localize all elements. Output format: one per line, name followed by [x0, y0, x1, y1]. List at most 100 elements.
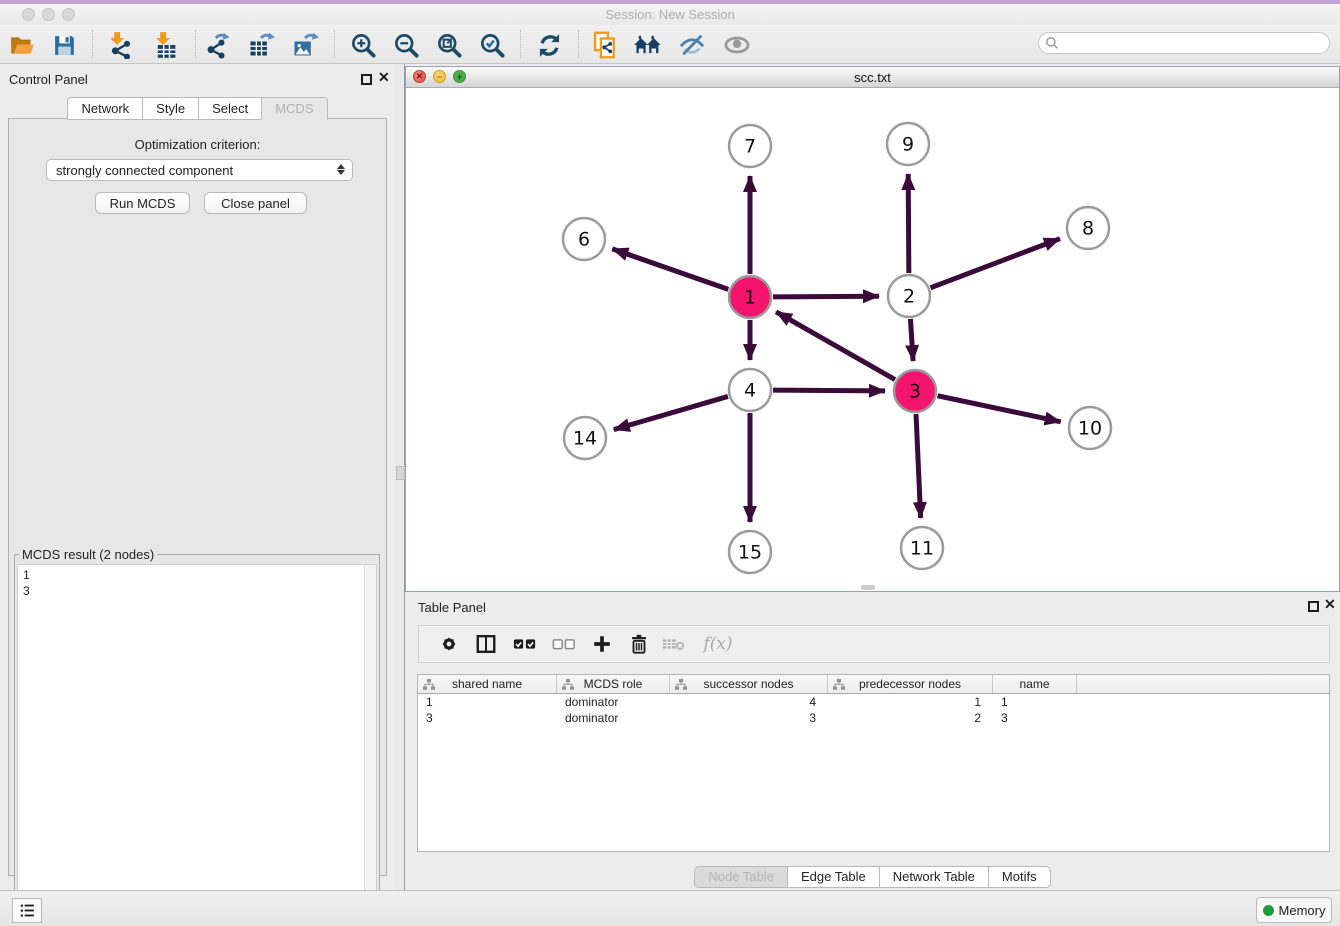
hide-selected-icon[interactable] [676, 29, 708, 61]
node-11[interactable]: 11 [901, 527, 943, 569]
tab-motifs[interactable]: Motifs [988, 866, 1051, 888]
search-input[interactable] [1059, 35, 1313, 51]
edge-3-10[interactable] [938, 396, 1061, 422]
mcds-result-list[interactable]: 1 3 [17, 564, 377, 916]
edge-1-6[interactable] [612, 249, 728, 290]
column-header-MCDS-role[interactable]: MCDS role [557, 675, 670, 693]
cell-predecessor-nodes[interactable]: 2 [828, 710, 993, 726]
edge-2-9[interactable] [908, 174, 909, 273]
float-panel-icon[interactable] [361, 74, 372, 85]
main-toolbar [0, 25, 1340, 64]
cell-predecessor-nodes[interactable]: 1 [828, 694, 993, 710]
memory-label: Memory [1279, 903, 1326, 918]
apply-layout-icon[interactable] [533, 29, 565, 61]
titlebar: Session: New Session [0, 4, 1340, 25]
task-history-button[interactable] [12, 898, 42, 923]
criterion-dropdown[interactable]: strongly connected component [46, 159, 353, 181]
table-row[interactable]: 3dominator323 [418, 710, 1329, 726]
zoom-out-icon[interactable] [390, 29, 422, 61]
status-bar: Memory [0, 890, 1340, 926]
export-image-icon[interactable] [289, 29, 321, 61]
edge-2-8[interactable] [931, 239, 1060, 288]
close-panel-icon[interactable]: ✕ [1324, 596, 1336, 613]
svg-text:2: 2 [903, 286, 915, 308]
node-6[interactable]: 6 [563, 218, 605, 260]
close-panel-icon[interactable]: ✕ [378, 69, 390, 86]
save-session-icon[interactable] [48, 29, 80, 61]
edge-3-1[interactable] [776, 312, 895, 380]
float-panel-icon[interactable] [1308, 601, 1319, 612]
tab-select[interactable]: Select [198, 97, 261, 120]
splitter-grip[interactable] [396, 466, 405, 480]
node-table: shared nameMCDS rolesuccessor nodesprede… [417, 674, 1330, 852]
node-8[interactable]: 8 [1067, 207, 1109, 249]
node-2[interactable]: 2 [888, 275, 930, 317]
node-15[interactable]: 15 [729, 531, 771, 573]
zoom-in-icon[interactable] [347, 29, 379, 61]
mcds-panel: Optimization criterion: strongly connect… [8, 118, 387, 876]
run-mcds-button[interactable]: Run MCDS [95, 192, 190, 214]
column-header-predecessor-nodes[interactable]: predecessor nodes [828, 675, 993, 693]
node-4[interactable]: 4 [729, 369, 771, 411]
network-window-titlebar[interactable]: ✕ − + scc.txt [406, 67, 1339, 88]
tab-network[interactable]: Network [67, 97, 142, 120]
duplicate-network-icon[interactable] [589, 29, 621, 61]
canvas-hscroll-thumb[interactable] [861, 585, 875, 590]
cell-MCDS-role[interactable]: dominator [557, 694, 670, 710]
table-row[interactable]: 1dominator411 [418, 694, 1329, 710]
split-panel-icon[interactable] [471, 629, 501, 659]
node-1[interactable]: 1 [729, 276, 771, 318]
control-panel-tabs: NetworkStyleSelectMCDS [0, 97, 395, 120]
memory-button[interactable]: Memory [1256, 897, 1332, 923]
zoom-selected-icon[interactable] [476, 29, 508, 61]
result-scrollbar[interactable] [364, 565, 376, 915]
cell-MCDS-role[interactable]: dominator [557, 710, 670, 726]
import-network-icon[interactable] [104, 29, 136, 61]
cell-name[interactable]: 3 [993, 710, 1077, 726]
export-table-icon[interactable] [245, 29, 277, 61]
svg-text:6: 6 [578, 229, 590, 251]
import-table-icon[interactable] [150, 29, 182, 61]
edge-4-14[interactable] [614, 396, 728, 429]
node-3[interactable]: 3 [894, 370, 936, 412]
node-7[interactable]: 7 [729, 125, 771, 167]
tab-network-table[interactable]: Network Table [879, 866, 988, 888]
edge-4-3[interactable] [773, 390, 885, 391]
cell-successor-nodes[interactable]: 4 [670, 694, 828, 710]
close-panel-button[interactable]: Close panel [204, 192, 307, 214]
show-all-icon[interactable] [721, 29, 753, 61]
column-header-name[interactable]: name [993, 675, 1077, 693]
first-neighbors-icon[interactable] [632, 29, 664, 61]
network-canvas[interactable]: 1 2 3 4 6 7 8 9 10 11 14 15 [406, 88, 1339, 591]
tab-style[interactable]: Style [142, 97, 198, 120]
node-10[interactable]: 10 [1069, 407, 1111, 449]
hierarchy-icon [675, 678, 687, 691]
select-all-columns-icon[interactable] [510, 629, 540, 659]
table-settings-gear-icon[interactable] [434, 629, 464, 659]
column-header-shared-name[interactable]: shared name [418, 675, 557, 693]
edge-1-2[interactable] [773, 296, 879, 297]
search-field[interactable] [1038, 32, 1330, 54]
cell-shared-name[interactable]: 1 [418, 694, 557, 710]
cell-name[interactable]: 1 [993, 694, 1077, 710]
zoom-fit-icon[interactable] [433, 29, 465, 61]
edge-2-3[interactable] [910, 319, 913, 361]
vertical-splitter[interactable] [395, 64, 405, 890]
tab-mcds[interactable]: MCDS [261, 97, 327, 120]
cell-shared-name[interactable]: 3 [418, 710, 557, 726]
deselect-all-columns-icon[interactable] [549, 629, 579, 659]
tab-edge-table[interactable]: Edge Table [787, 866, 879, 888]
delete-column-trash-icon[interactable] [624, 629, 654, 659]
svg-text:8: 8 [1082, 218, 1094, 240]
tab-node-table[interactable]: Node Table [694, 866, 787, 888]
edge-3-11[interactable] [916, 414, 921, 518]
create-column-plus-icon[interactable] [587, 629, 617, 659]
node-table-body: 1dominator4113dominator323 [418, 694, 1329, 851]
cell-successor-nodes[interactable]: 3 [670, 710, 828, 726]
column-header-successor-nodes[interactable]: successor nodes [670, 675, 828, 693]
node-9[interactable]: 9 [887, 123, 929, 165]
node-14[interactable]: 14 [564, 417, 606, 459]
control-panel: Control Panel ✕ NetworkStyleSelectMCDS O… [0, 64, 395, 890]
open-file-icon[interactable] [6, 29, 38, 61]
export-network-icon[interactable] [202, 29, 234, 61]
